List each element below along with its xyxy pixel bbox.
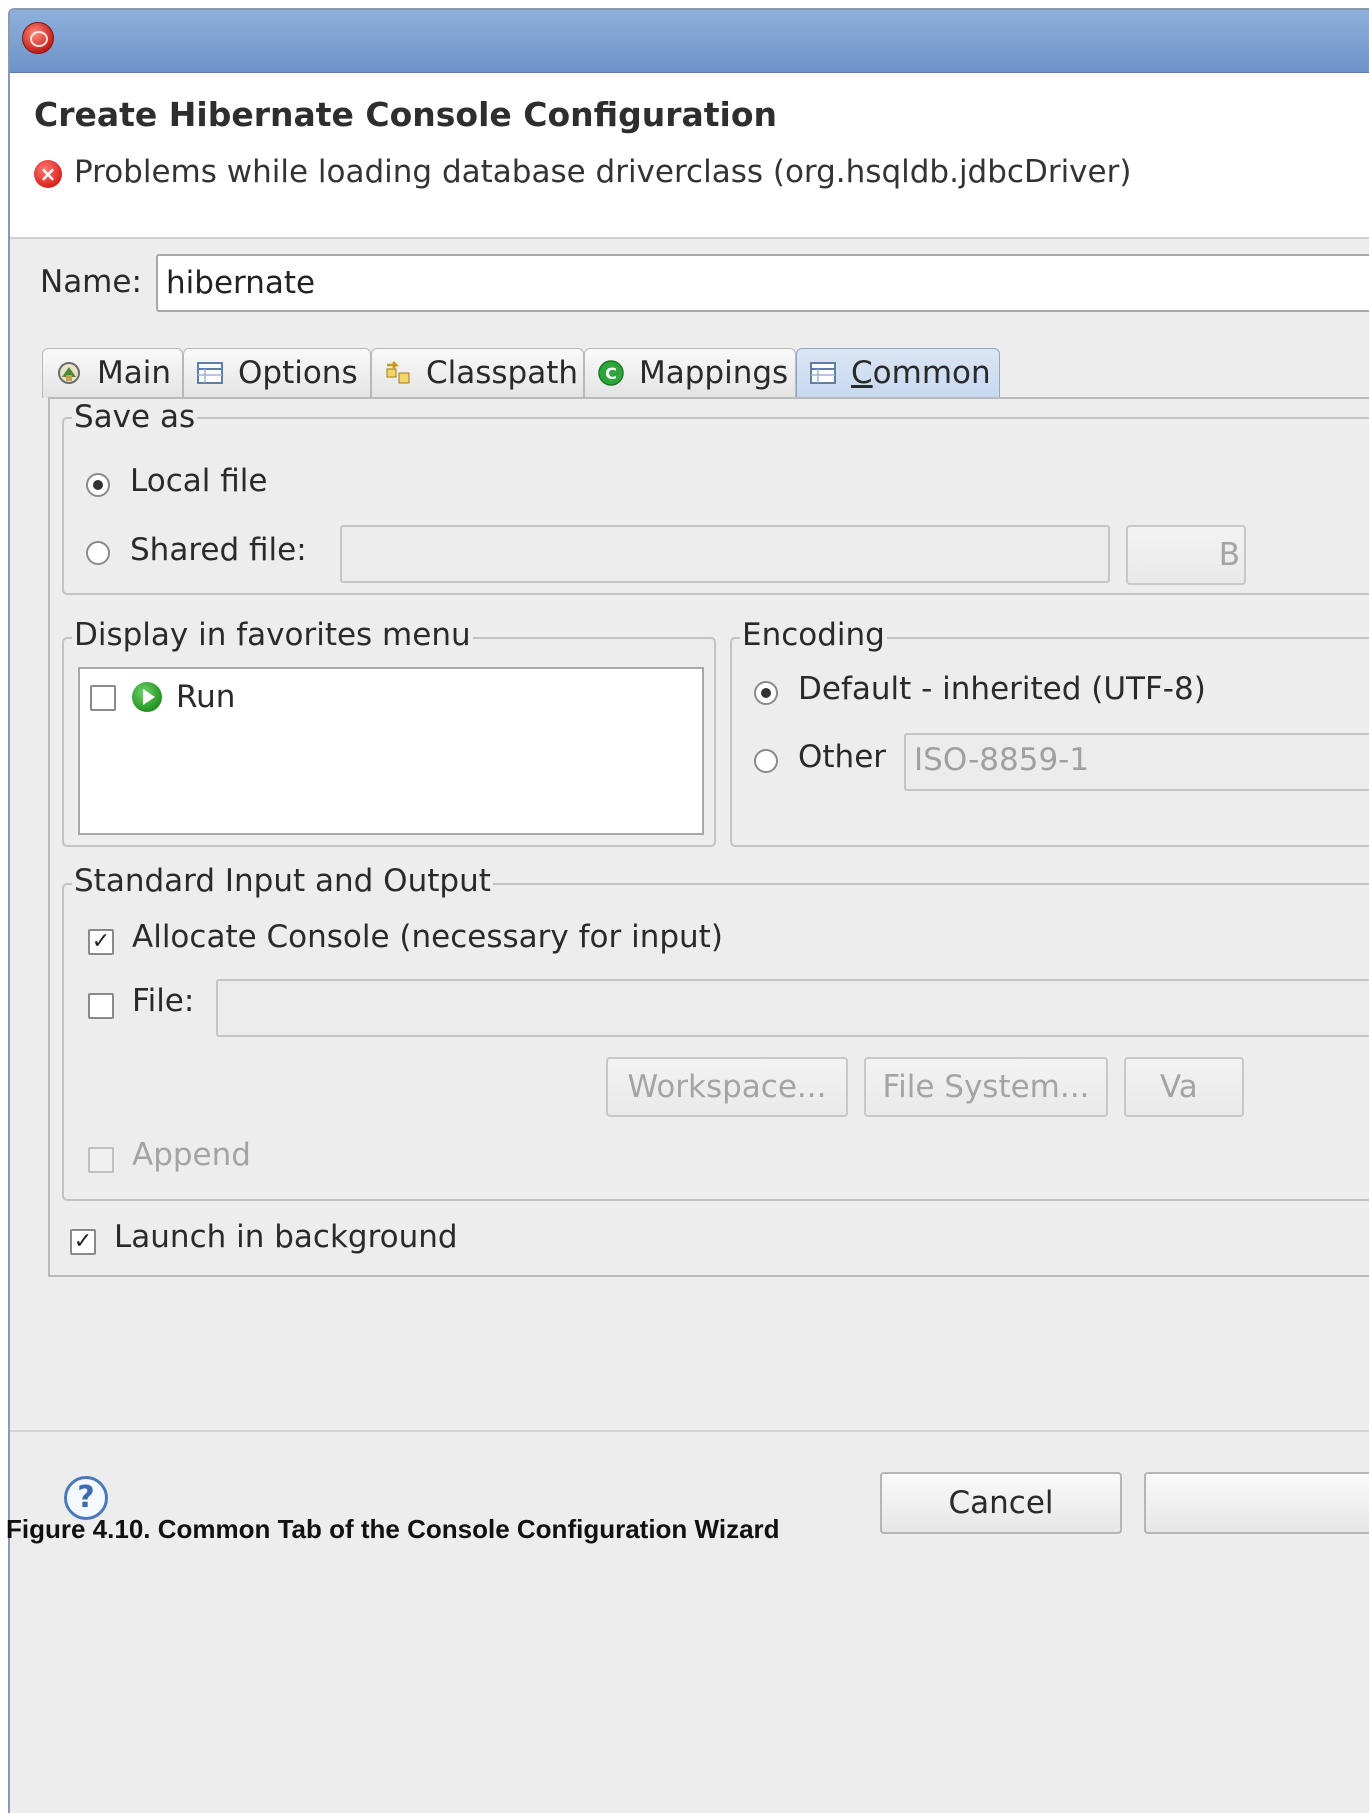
favorites-list: Run [78, 667, 704, 835]
launch-background-checkbox[interactable]: ✓ [70, 1229, 96, 1255]
dialog-title: Create Hibernate Console Configuration [34, 95, 778, 134]
eclipse-app-icon [22, 22, 54, 54]
shared-file-input[interactable] [340, 525, 1110, 583]
local-file-label: Local file [130, 463, 268, 499]
encoding-title: Encoding [740, 617, 887, 653]
std-io-title: Standard Input and Output [72, 863, 493, 899]
common-tab-panel: Save as Local file Shared file: B Displa… [48, 397, 1369, 1277]
save-as-title: Save as [72, 399, 198, 435]
run-favorite-label: Run [176, 679, 236, 715]
finish-button[interactable] [1144, 1472, 1369, 1534]
shared-file-label: Shared file: [130, 532, 307, 568]
local-file-radio[interactable] [86, 473, 110, 497]
table-icon [197, 362, 223, 384]
run-favorite-checkbox[interactable] [90, 685, 116, 711]
allocate-console-label: Allocate Console (necessary for input) [132, 919, 723, 955]
name-input[interactable]: hibernate [156, 254, 1369, 312]
figure-caption: Figure 4.10. Common Tab of the Console C… [6, 1514, 780, 1544]
default-encoding-label: Default - inherited (UTF-8) [798, 671, 1206, 707]
table-icon [810, 362, 836, 384]
mappings-icon: C [598, 360, 624, 386]
classpath-icon [386, 361, 410, 384]
tab-options-label: Options [238, 355, 358, 391]
launch-background-label: Launch in background [114, 1219, 458, 1255]
error-icon: × [34, 160, 62, 188]
file-output-label: File: [132, 983, 195, 1019]
svg-text:C: C [605, 364, 617, 383]
dialog-header: Create Hibernate Console Configuration ×… [10, 73, 1369, 239]
cancel-button[interactable]: Cancel [880, 1472, 1122, 1534]
tab-main-label: Main [97, 355, 172, 391]
name-label: Name: [40, 264, 142, 300]
main-tab-icon [58, 362, 80, 384]
tab-options[interactable]: Options [183, 348, 371, 398]
default-encoding-radio[interactable] [754, 681, 778, 705]
workspace-button[interactable]: Workspace... [606, 1057, 848, 1117]
shared-file-radio[interactable] [86, 541, 110, 565]
title-bar[interactable] [10, 10, 1369, 73]
tab-common-label: Common [851, 355, 991, 391]
footer-separator [10, 1430, 1369, 1432]
tab-main[interactable]: Main [42, 348, 183, 398]
allocate-console-checkbox[interactable]: ✓ [88, 929, 114, 955]
tab-mappings[interactable]: C Mappings [584, 348, 796, 398]
tab-classpath-label: Classpath [426, 355, 579, 391]
tab-common[interactable]: Common [796, 348, 1000, 398]
other-encoding-combo[interactable]: ISO-8859-1 [904, 733, 1369, 791]
variables-button[interactable]: Va [1124, 1057, 1244, 1117]
file-output-checkbox[interactable] [88, 993, 114, 1019]
tab-mappings-label: Mappings [639, 355, 789, 391]
tab-classpath[interactable]: Classpath [371, 348, 584, 398]
file-system-button[interactable]: File System... [864, 1057, 1108, 1117]
favorites-title: Display in favorites menu [72, 617, 473, 653]
file-output-input[interactable] [216, 979, 1369, 1037]
run-icon [132, 682, 162, 712]
error-message: Problems while loading database drivercl… [74, 154, 1132, 190]
append-label: Append [132, 1137, 251, 1173]
other-encoding-radio[interactable] [754, 749, 778, 773]
append-checkbox[interactable] [88, 1147, 114, 1173]
browse-button[interactable]: B [1126, 525, 1246, 585]
other-encoding-label: Other [798, 739, 887, 775]
